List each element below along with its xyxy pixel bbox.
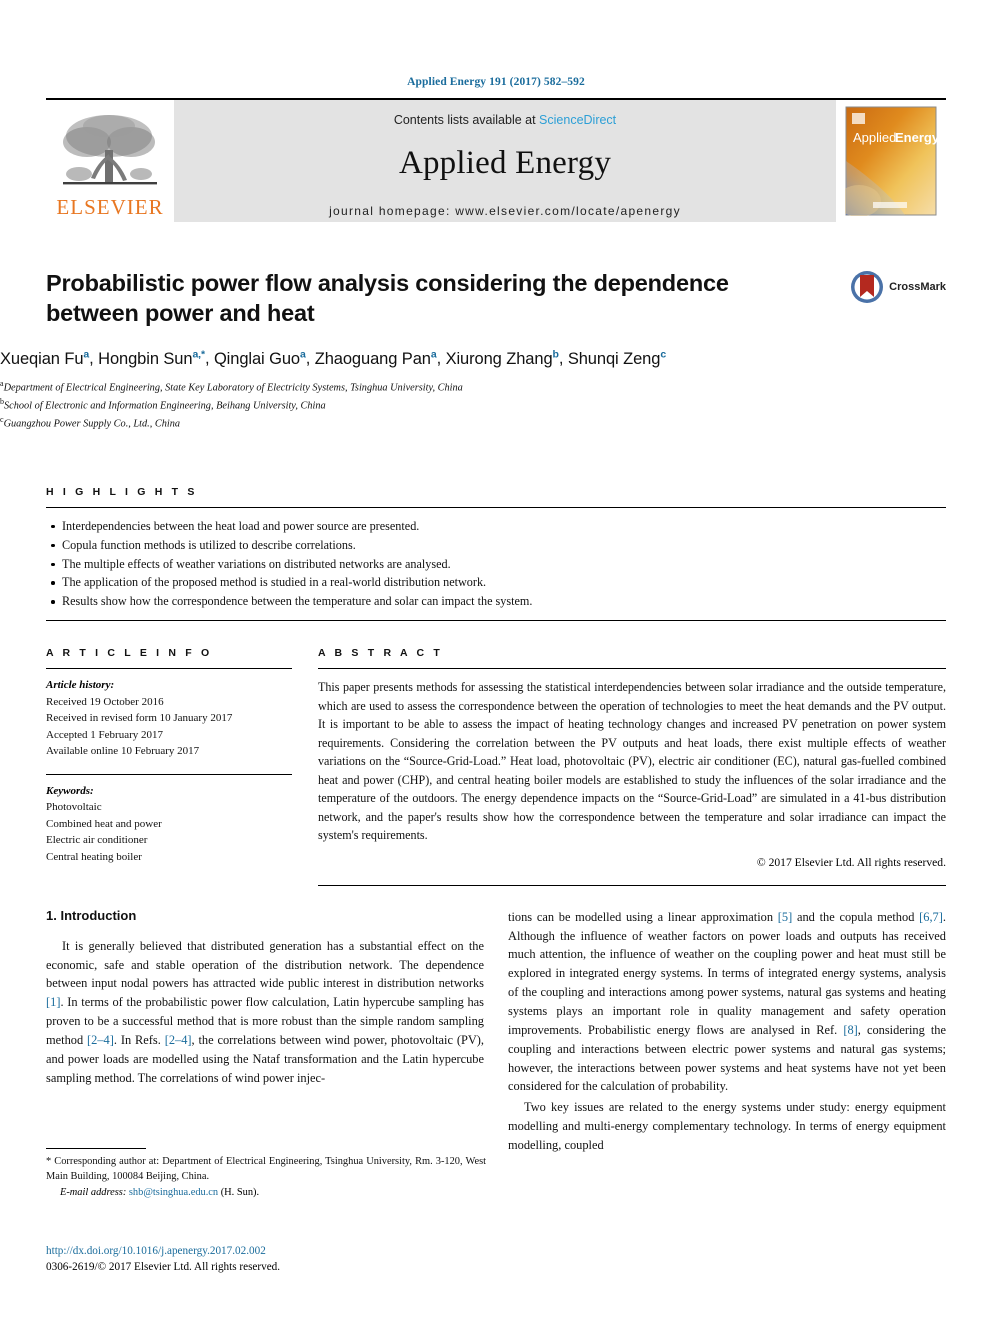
list-item: Interdependencies between the heat load … [50,517,946,536]
email-link[interactable]: shb@tsinghua.edu.cn [129,1187,218,1198]
issn-copyright: 0306-2619/© 2017 Elsevier Ltd. All right… [46,1261,281,1274]
journal-cover-image: Applied Energy [845,106,937,216]
contents-available-line: Contents lists available at ScienceDirec… [394,113,616,127]
citation-ref[interactable]: [8] [843,1023,857,1037]
divider [46,1148,146,1149]
svg-text:Applied: Applied [853,130,896,145]
affiliation: bSchool of Electronic and Information En… [0,396,326,412]
paragraph: tions can be modelled using a linear app… [508,909,946,1094]
abstract-heading: A B S T R A C T [318,647,443,660]
body-column-left: 1. Introduction It is generally believed… [46,908,484,1157]
keyword: Photovoltaic [46,801,102,814]
keywords-label: Keywords: [46,784,94,797]
abstract-column: A B S T R A C T This paper presents meth… [318,647,946,886]
list-item: The multiple effects of weather variatio… [50,555,946,574]
citation-ref[interactable]: [1] [46,995,60,1009]
email-suffix: (H. Sun). [218,1186,260,1198]
info-abstract-section: A R T I C L E I N F O Article history: R… [46,647,946,886]
list-item: Copula function methods is utilized to d… [50,536,946,555]
article-info-heading: A R T I C L E I N F O [46,647,213,660]
history-label: Article history: [46,679,115,692]
author: Zhaoguang Pana [314,348,437,368]
keyword: Central heating boiler [46,850,142,863]
affiliation: cGuangzhou Power Supply Co., Ltd., China [0,414,181,430]
article-info-column: A R T I C L E I N F O Article history: R… [46,647,292,886]
keyword: Electric air conditioner [46,834,148,847]
article-page: Applied Energy 191 (2017) 582–592 ELSEVI… [0,0,992,1323]
body-column-right: tions can be modelled using a linear app… [508,908,946,1157]
history-item: Accepted 1 February 2017 [46,728,163,741]
masthead-center: Contents lists available at ScienceDirec… [174,100,836,222]
paragraph: Two key issues are related to the energy… [508,1100,946,1152]
running-head: Applied Energy 191 (2017) 582–592 [407,76,585,88]
author-affil-mark: c [660,348,667,361]
history-item: Received in revised form 10 January 2017 [46,712,233,725]
highlights-list: Interdependencies between the heat load … [46,508,946,621]
paragraph: It is generally believed that distribute… [46,938,485,1085]
history-item: Received 19 October 2016 [46,695,164,708]
crossmark-label: CrossMark [889,281,946,293]
highlights-heading: H I G H L I G H T S [46,485,198,498]
keyword: Combined heat and power [46,817,162,830]
abstract-text: This paper presents methods for assessin… [318,680,946,843]
author-affil-mark: a,* [192,348,205,361]
affiliation-list: aDepartment of Electrical Engineering, S… [0,378,992,432]
citation-ref[interactable]: [2–4] [165,1033,192,1047]
copyright-line: © 2017 Elsevier Ltd. All rights reserved… [756,855,946,869]
title-block: Probabilistic power flow analysis consid… [46,268,946,328]
journal-homepage[interactable]: journal homepage: www.elsevier.com/locat… [329,204,681,218]
body-columns: 1. Introduction It is generally believed… [46,908,946,1157]
email-line: E-mail address: shb@tsinghua.edu.cn (H. … [46,1187,486,1198]
list-item: The application of the proposed method i… [50,573,946,592]
section-heading-introduction: 1. Introduction [46,907,137,923]
author: Xiurong Zhangb [445,348,559,368]
corresponding-author-text: * Corresponding author at: Department of… [46,1156,486,1183]
list-item: Results show how the correspondence betw… [50,592,946,611]
journal-title: Applied Energy [398,145,612,181]
author: Xueqian Fua [0,348,90,368]
journal-cover-thumbnail: Applied Energy [836,100,946,222]
citation-ref[interactable]: [2–4] [87,1033,114,1047]
footer-doi-block: http://dx.doi.org/10.1016/j.apenergy.201… [46,1243,280,1275]
journal-masthead: ELSEVIER Contents lists available at Sci… [46,98,946,222]
author-list: Xueqian Fua, Hongbin Suna,*, Qinglai Guo… [0,348,667,368]
author: Qinglai Guoa [213,348,306,368]
citation-ref[interactable]: [6,7] [919,910,943,924]
corresponding-author-footnote: * Corresponding author at: Department of… [46,1148,486,1198]
divider [318,884,946,886]
page-title: Probabilistic power flow analysis consid… [46,270,729,327]
author: Shunqi Zengc [567,348,667,368]
elsevier-wordmark: ELSEVIER [56,195,164,219]
email-label: E-mail address: [60,1186,127,1198]
doi-link[interactable]: http://dx.doi.org/10.1016/j.apenergy.201… [46,1243,280,1259]
article-history: Article history: Received 19 October 201… [46,669,292,760]
citation-ref[interactable]: [5] [778,910,792,924]
elsevier-tree-icon [63,115,157,185]
history-item: Available online 10 February 2017 [46,745,200,758]
keywords: Keywords: Photovoltaic Combined heat and… [46,775,292,866]
affiliation: aDepartment of Electrical Engineering, S… [0,378,463,394]
sciencedirect-link[interactable]: ScienceDirect [539,113,616,127]
highlights-section: H I G H L I G H T S Interdependencies be… [46,486,946,622]
elsevier-logo: ELSEVIER [46,100,174,222]
crossmark-icon [851,271,884,303]
author: Hongbin Suna,* [98,348,205,368]
divider [46,620,946,622]
crossmark-badge[interactable]: CrossMark [850,270,946,304]
svg-text:Energy: Energy [895,130,937,145]
contents-prefix: Contents lists available at [393,113,540,127]
